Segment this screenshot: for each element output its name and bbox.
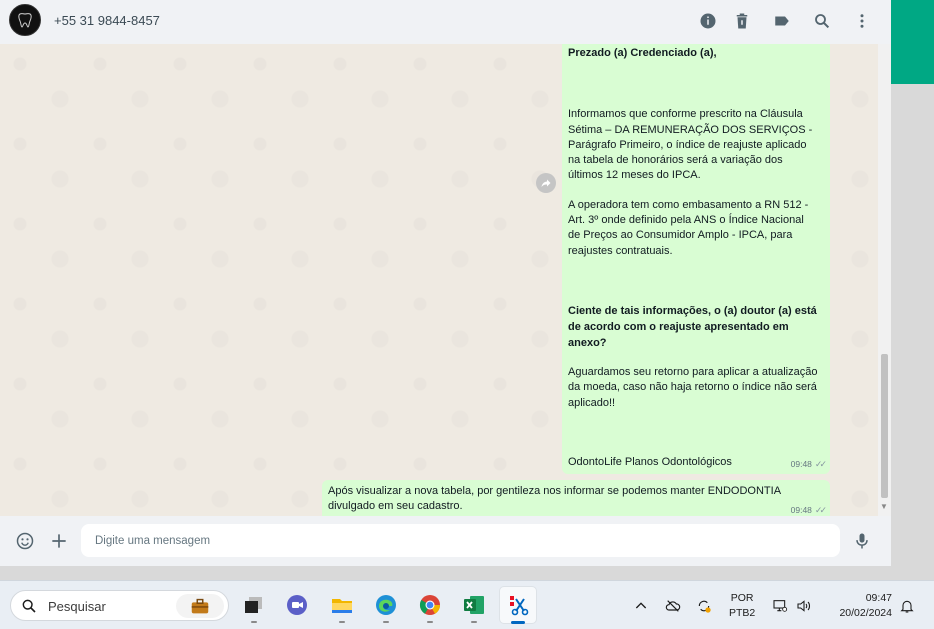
- message-text: Após visualizar a nova tabela, por genti…: [328, 485, 782, 513]
- message-paragraph: Ciente de tais informações, o (a) doutor…: [568, 304, 817, 349]
- message-time: 09:48: [790, 458, 812, 469]
- tooth-logo-icon: [18, 13, 32, 28]
- label-icon[interactable]: [772, 11, 792, 31]
- contact-avatar[interactable]: [9, 4, 41, 36]
- message-bubble[interactable]: Após visualizar a nova tabela, por genti…: [322, 480, 830, 516]
- scroll-down-icon[interactable]: ▼: [880, 502, 888, 511]
- message-input[interactable]: [81, 524, 840, 557]
- chevron-up-icon[interactable]: [632, 597, 650, 615]
- message-paragraph: A operadora tem como embasamento a RN 51…: [568, 198, 809, 257]
- forward-icon: [541, 179, 551, 187]
- desktop-background: [891, 84, 934, 566]
- message-meta: 09:48 ✓✓: [790, 503, 827, 516]
- taskbar: Pesquisar POR PTB2 09:47 20/02/2024: [0, 580, 934, 629]
- search-label: Pesquisar: [48, 599, 106, 614]
- desktop-background: [0, 566, 934, 580]
- info-icon[interactable]: [698, 11, 718, 31]
- briefcase-icon: [176, 594, 224, 618]
- forward-button[interactable]: [536, 173, 556, 193]
- accent-strip: [891, 0, 934, 84]
- scrollbar-thumb[interactable]: [881, 354, 888, 498]
- double-check-icon: ✓✓: [814, 504, 827, 515]
- snipping-tool-icon[interactable]: [504, 591, 532, 619]
- contact-name[interactable]: +55 31 9844-8457: [54, 13, 160, 28]
- search-icon: [22, 599, 36, 613]
- chrome-icon[interactable]: [416, 591, 444, 619]
- message-meta: 09:48 ✓✓: [790, 457, 827, 472]
- input-language[interactable]: POR PTB2: [729, 591, 755, 621]
- search-icon[interactable]: [812, 11, 832, 31]
- taskbar-search[interactable]: Pesquisar: [10, 590, 229, 621]
- microphone-icon[interactable]: [851, 530, 873, 552]
- file-explorer-icon[interactable]: [328, 591, 356, 619]
- system-clock[interactable]: 09:47 20/02/2024: [826, 591, 892, 621]
- trash-icon[interactable]: [732, 11, 752, 31]
- whatsapp-window: +55 31 9844-8457 Prezado (a) Credenciado…: [0, 0, 891, 566]
- meet-icon[interactable]: [283, 591, 311, 619]
- message-time: 09:48: [790, 504, 812, 515]
- attach-plus-icon[interactable]: [48, 530, 70, 552]
- edge-icon[interactable]: [372, 591, 400, 619]
- menu-icon[interactable]: [852, 11, 872, 31]
- chat-header: +55 31 9844-8457: [0, 0, 891, 44]
- task-view-icon[interactable]: [240, 591, 268, 619]
- message-paragraph: Informamos que conforme prescrito na Clá…: [568, 108, 813, 182]
- double-check-icon: ✓✓: [814, 458, 827, 469]
- sync-warning-icon[interactable]: [695, 597, 713, 615]
- message-paragraph: Prezado (a) Credenciado (a),: [568, 47, 717, 59]
- message-list[interactable]: Prezado (a) Credenciado (a), Informamos …: [0, 44, 891, 516]
- composer-bar: [0, 516, 891, 566]
- notification-bell-icon[interactable]: [898, 597, 916, 615]
- excel-icon[interactable]: [460, 591, 488, 619]
- active-app-indicator: [511, 621, 525, 624]
- message-paragraph: Aguardamos seu retorno para aplicar a at…: [568, 365, 818, 409]
- cloud-offline-icon[interactable]: [664, 597, 682, 615]
- volume-icon[interactable]: [795, 597, 813, 615]
- message-bubble[interactable]: Prezado (a) Credenciado (a), Informamos …: [562, 44, 830, 474]
- network-icon[interactable]: [771, 597, 789, 615]
- message-signature: OdontoLife Planos Odontológicos: [568, 455, 732, 468]
- emoji-icon[interactable]: [14, 530, 36, 552]
